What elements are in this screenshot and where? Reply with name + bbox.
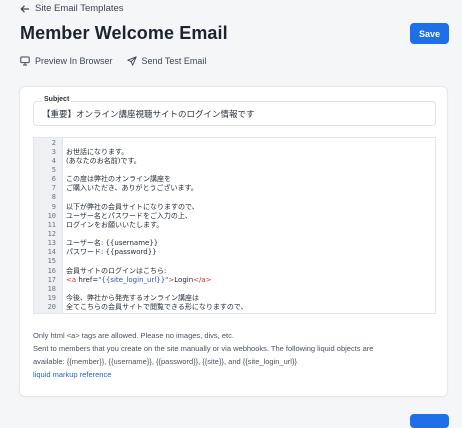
code-line: 16 会員サイトのログインはこちら: <box>34 267 435 276</box>
line-number: 3 <box>51 147 56 156</box>
liquid-markup-reference-link[interactable]: liquid markup reference <box>33 368 438 381</box>
help-text: Only html <a> tags are allowed. Please n… <box>33 329 438 381</box>
send-test-email-button[interactable]: Send Test Email <box>126 56 207 66</box>
code-line: 12 <box>34 230 435 239</box>
preview-in-browser-button[interactable]: Preview In Browser <box>20 56 113 66</box>
code-line: 11 ログインをお願いいたします。 <box>34 221 435 230</box>
line-text: パスワード: {{password}} <box>66 248 157 257</box>
line-number: 18 <box>47 284 56 293</box>
send-icon <box>126 56 137 66</box>
save-button[interactable]: Save <box>410 23 449 44</box>
help-line-3: available: {{member}}, {{username}}, {{p… <box>33 357 297 366</box>
back-link-label: Site Email Templates <box>35 3 124 14</box>
line-number: 14 <box>47 248 56 257</box>
subject-label: Subject <box>42 96 72 103</box>
action-bar: Preview In Browser Send Test Email <box>20 56 206 66</box>
page-title: Member Welcome Email <box>20 23 228 43</box>
line-number: 15 <box>47 257 56 266</box>
code-line: 5 <box>34 166 435 175</box>
code-line: 8 <box>34 193 435 202</box>
line-text: 会員サイトのログインはこちら: <box>66 266 167 275</box>
line-number: 19 <box>47 294 56 303</box>
code-line: 14 パスワード: {{password}} <box>34 248 435 257</box>
code-line: 10 ユーザー名とパスワードをご入力の上、 <box>34 212 435 221</box>
line-number: 4 <box>51 156 56 165</box>
subject-field[interactable]: 【重要】オンライン講座視聴サイトのログイン情報です <box>33 101 436 126</box>
arrow-left-icon <box>20 4 29 13</box>
code-line: 2 <box>34 139 435 148</box>
code-line: 6 この度は弊社のオンライン講座を <box>34 175 435 184</box>
line-text: この度は弊社のオンライン講座を <box>66 175 171 184</box>
code-line: 4 (あなたのお名前)です。 <box>34 157 435 166</box>
help-line-1: Only html <a> tags are allowed. Please n… <box>33 331 234 340</box>
code-line: 17 <a href="{{site_login_url}}">Login</a> <box>34 276 435 285</box>
line-text: 今後、弊社から発売するオンライン講座は <box>66 294 199 303</box>
line-text: (あなたのお名前)です。 <box>66 156 141 165</box>
code-line: 19 今後、弊社から発売するオンライン講座は <box>34 294 435 303</box>
line-text: <a href="{{site_login_url}}">Login</a> <box>66 275 212 284</box>
send-test-label: Send Test Email <box>141 56 207 66</box>
line-text: 以下が弊社の会員サイトになりますので、 <box>66 202 199 211</box>
line-number: 5 <box>51 165 56 174</box>
code-line: 3 お世話になります。 <box>34 148 435 157</box>
code-line: 20 全てこちらの会員サイトで閲覧できる形になりますので、 <box>34 303 435 312</box>
line-number: 12 <box>47 230 56 238</box>
line-number: 17 <box>47 275 56 284</box>
code-line: 18 <box>34 285 435 294</box>
help-line-2: Sent to members that you create on the s… <box>33 344 374 353</box>
line-text: ユーザー名: {{username}} <box>66 239 159 248</box>
line-text: ユーザー名とパスワードをご入力の上、 <box>66 211 192 220</box>
line-number: 16 <box>47 266 56 275</box>
line-number: 13 <box>47 239 56 248</box>
line-text: ご購入いただき、ありがとうございます。 <box>66 184 198 193</box>
line-text: ログインをお願いいたします。 <box>66 220 164 229</box>
code-editor[interactable]: 2 3 お世話になります。 4 (あなたのお名前)です。 5 6 この度は弊社のオンライン講座… <box>33 137 436 314</box>
code-line: 15 <box>34 257 435 266</box>
monitor-icon <box>20 56 30 66</box>
code-line: 7 ご購入いただき、ありがとうございます。 <box>34 184 435 193</box>
preview-label: Preview In Browser <box>35 56 113 66</box>
code-line: 9 以下が弊社の会員サイトになりますので、 <box>34 203 435 212</box>
line-text: お世話になります。 <box>66 147 129 156</box>
code-line: 13 ユーザー名: {{username}} <box>34 239 435 248</box>
line-number: 9 <box>51 202 56 211</box>
line-number: 7 <box>51 184 56 193</box>
line-number: 20 <box>47 303 56 312</box>
line-number: 2 <box>51 138 56 147</box>
email-form-card: 【重要】オンライン講座視聴サイトのログイン情報です Subject 2 3 お世話に… <box>20 87 447 396</box>
bottom-save-button[interactable] <box>410 414 449 428</box>
back-link[interactable]: Site Email Templates <box>20 3 124 14</box>
line-number: 11 <box>47 220 56 229</box>
line-text: 全てこちらの会員サイトで閲覧できる形になりますので、 <box>66 303 248 312</box>
line-number: 6 <box>51 175 56 184</box>
subject-input[interactable]: 【重要】オンライン講座視聴サイトのログイン情報です <box>42 108 255 120</box>
line-number: 10 <box>47 211 56 220</box>
line-number: 8 <box>51 193 56 202</box>
